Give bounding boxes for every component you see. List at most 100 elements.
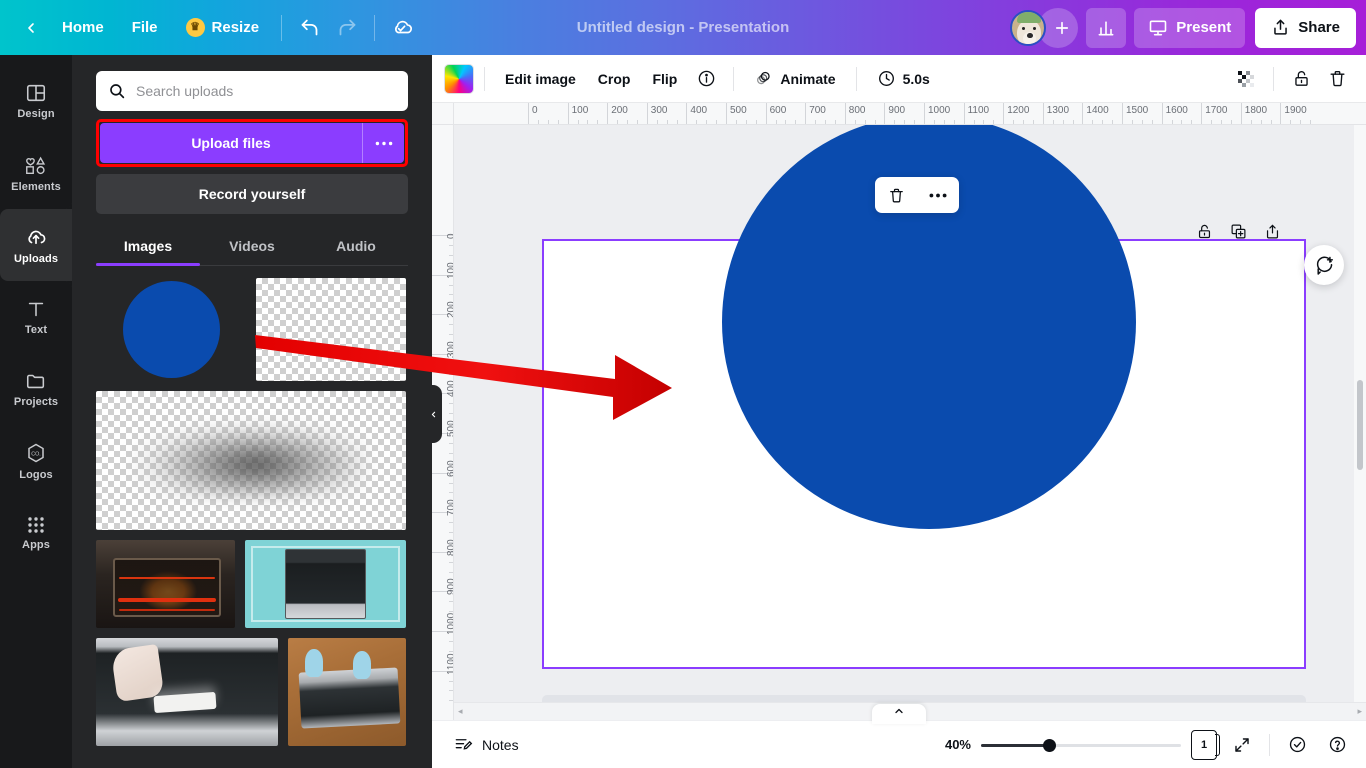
- ruler-h-tick: 1900: [1280, 103, 1306, 125]
- ruler-h-tick: 1000: [924, 103, 950, 125]
- delete-element-button[interactable]: [1320, 62, 1354, 96]
- share-button[interactable]: Share: [1255, 8, 1356, 48]
- upload-more-options-button[interactable]: [362, 123, 404, 163]
- ruler-h-minor-tick: [587, 120, 588, 124]
- task-check-button[interactable]: [1282, 730, 1312, 760]
- zoom-slider-knob[interactable]: [1043, 739, 1056, 752]
- toolbar-right-group: [1229, 62, 1354, 96]
- upload-files-highlight-box: Upload files: [96, 119, 408, 167]
- ruler-h-minor-tick: [1063, 120, 1064, 124]
- crop-button[interactable]: Crop: [588, 63, 641, 95]
- scroll-right-arrow-icon[interactable]: ▸: [1357, 706, 1362, 717]
- duration-label: 5.0s: [903, 71, 930, 87]
- transparency-button[interactable]: [1229, 62, 1263, 96]
- thumbnail-oven-roast-chicken-photo[interactable]: [96, 540, 235, 628]
- animate-icon: [754, 69, 773, 88]
- tab-images[interactable]: Images: [96, 230, 200, 265]
- upload-files-button[interactable]: Upload files: [100, 123, 362, 163]
- sidebar-item-projects[interactable]: Projects: [0, 353, 72, 425]
- top-bar-left-group: Home File ♛ Resize: [14, 9, 421, 47]
- thumbnail-oven-cleaning-photo[interactable]: [96, 638, 278, 746]
- page-manager-button[interactable]: 1: [1191, 730, 1217, 760]
- ruler-h-minor-tick: [934, 120, 935, 124]
- horizontal-ruler[interactable]: 0100200300400500600700800900100011001200…: [432, 103, 1366, 125]
- toolbar-divider: [733, 67, 734, 91]
- thumbnail-oven-teal-background-photo[interactable]: [245, 540, 406, 628]
- ruler-h-minor-tick: [1271, 120, 1272, 124]
- undo-button[interactable]: [290, 9, 328, 47]
- sidebar-item-text[interactable]: Text: [0, 281, 72, 353]
- design-page-1[interactable]: [542, 239, 1306, 669]
- redo-icon: [337, 17, 358, 38]
- ruler-v-tick-label: 0: [446, 233, 454, 239]
- lock-element-button[interactable]: [1284, 62, 1318, 96]
- sidebar-item-apps[interactable]: Apps: [0, 497, 72, 569]
- back-button[interactable]: [14, 11, 48, 45]
- panel-collapse-handle[interactable]: [424, 385, 442, 443]
- fullscreen-button[interactable]: [1227, 730, 1257, 760]
- edit-image-button[interactable]: Edit image: [495, 63, 586, 95]
- thumbnail-oven-door-disassembly-photo[interactable]: [288, 638, 406, 746]
- avatar-eye-left: [1022, 27, 1025, 30]
- ruler-v-minor-tick: [449, 483, 453, 484]
- ruler-h-minor-tick: [1181, 120, 1182, 124]
- vertical-scrollbar-thumb[interactable]: [1357, 380, 1363, 470]
- search-input[interactable]: [136, 83, 396, 99]
- file-menu-button[interactable]: File: [118, 10, 172, 46]
- help-button[interactable]: [1322, 730, 1352, 760]
- color-swatch-button[interactable]: [444, 64, 474, 94]
- thumbnail-blue-circle-image[interactable]: [96, 278, 246, 381]
- add-comment-button[interactable]: [1304, 245, 1344, 285]
- bar-chart-icon: [1096, 18, 1116, 38]
- element-delete-button[interactable]: [883, 182, 909, 208]
- search-box[interactable]: [96, 71, 408, 111]
- canvas-scroll-area[interactable]: + Add page: [454, 125, 1366, 750]
- edit-image-label: Edit image: [505, 71, 576, 87]
- animate-button[interactable]: Animate: [744, 63, 845, 95]
- avatar-hat: [1017, 12, 1041, 23]
- thumbnail-transparent-image[interactable]: [256, 278, 406, 381]
- redo-button[interactable]: [328, 9, 366, 47]
- ruler-h-minor-tick: [696, 120, 697, 124]
- home-button[interactable]: Home: [48, 10, 118, 46]
- ruler-h-tick: 1100: [964, 103, 990, 125]
- home-label: Home: [62, 19, 104, 36]
- duration-button[interactable]: 5.0s: [867, 63, 940, 95]
- sidebar-item-elements[interactable]: Elements: [0, 137, 72, 209]
- ruler-h-minor-tick: [983, 120, 984, 124]
- notes-button[interactable]: Notes: [446, 729, 527, 761]
- sidebar-item-label: Logos: [19, 470, 53, 481]
- sidebar-item-uploads[interactable]: Uploads: [0, 209, 72, 281]
- cloud-save-status-button[interactable]: [383, 9, 421, 47]
- tab-videos[interactable]: Videos: [200, 230, 304, 265]
- flip-button[interactable]: Flip: [642, 63, 687, 95]
- resize-button[interactable]: ♛ Resize: [172, 10, 274, 46]
- scroll-left-arrow-icon[interactable]: ◂: [458, 706, 463, 717]
- thumbnail-blurred-shadow-image[interactable]: [96, 391, 406, 530]
- image-info-button[interactable]: [689, 62, 723, 96]
- ruler-h-minor-tick: [578, 120, 579, 124]
- trash-icon: [888, 187, 905, 204]
- record-yourself-button[interactable]: Record yourself: [96, 174, 408, 214]
- ruler-h-minor-tick: [944, 120, 945, 124]
- zoom-slider-fill: [981, 744, 1049, 747]
- present-button[interactable]: Present: [1134, 8, 1245, 48]
- shapes-elements-icon: [24, 153, 48, 177]
- lock-page-button[interactable]: [1190, 217, 1218, 245]
- sidebar-item-logos[interactable]: CO. Logos: [0, 425, 72, 497]
- zoom-slider[interactable]: [981, 737, 1181, 753]
- page-tools-group: [1190, 217, 1286, 245]
- expand-pane-toggle[interactable]: [872, 704, 926, 724]
- toolbar-divider: [484, 67, 485, 91]
- tab-label: Audio: [336, 238, 376, 254]
- sidebar-item-design[interactable]: Design: [0, 65, 72, 137]
- vertical-scrollbar[interactable]: [1354, 125, 1366, 750]
- tab-audio[interactable]: Audio: [304, 230, 408, 265]
- animate-label: Animate: [780, 71, 835, 87]
- avatar[interactable]: [1010, 10, 1046, 46]
- ruler-v-minor-tick: [449, 651, 453, 652]
- element-more-options-button[interactable]: [925, 182, 951, 208]
- duplicate-page-button[interactable]: [1224, 217, 1252, 245]
- insights-button[interactable]: [1086, 8, 1126, 48]
- add-page-icon-button[interactable]: [1258, 217, 1286, 245]
